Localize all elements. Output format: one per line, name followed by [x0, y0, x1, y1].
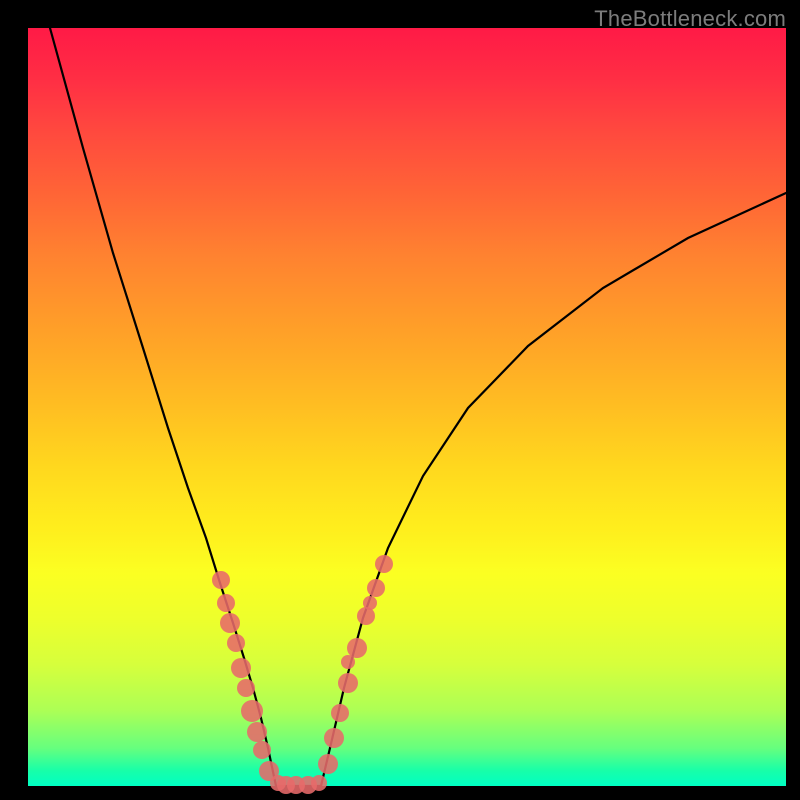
scatter-dot [357, 607, 375, 625]
scatter-dot [217, 594, 235, 612]
scatter-dot [227, 634, 245, 652]
chart-svg [28, 28, 786, 786]
scatter-dot [220, 613, 240, 633]
scatter-dot [241, 700, 263, 722]
plot-area [28, 28, 786, 786]
scatter-dot [331, 704, 349, 722]
scatter-dot [247, 722, 267, 742]
scatter-dot [367, 579, 385, 597]
scatter-group [212, 555, 393, 794]
scatter-dot [231, 658, 251, 678]
scatter-dot [253, 741, 271, 759]
scatter-dot [338, 673, 358, 693]
scatter-dot [212, 571, 230, 589]
scatter-dot [237, 679, 255, 697]
scatter-dot [363, 596, 377, 610]
scatter-dot [311, 775, 327, 791]
scatter-dot [318, 754, 338, 774]
bottleneck-curve [50, 28, 786, 786]
scatter-dot [347, 638, 367, 658]
scatter-dot [375, 555, 393, 573]
scatter-dot [324, 728, 344, 748]
scatter-dot [341, 655, 355, 669]
